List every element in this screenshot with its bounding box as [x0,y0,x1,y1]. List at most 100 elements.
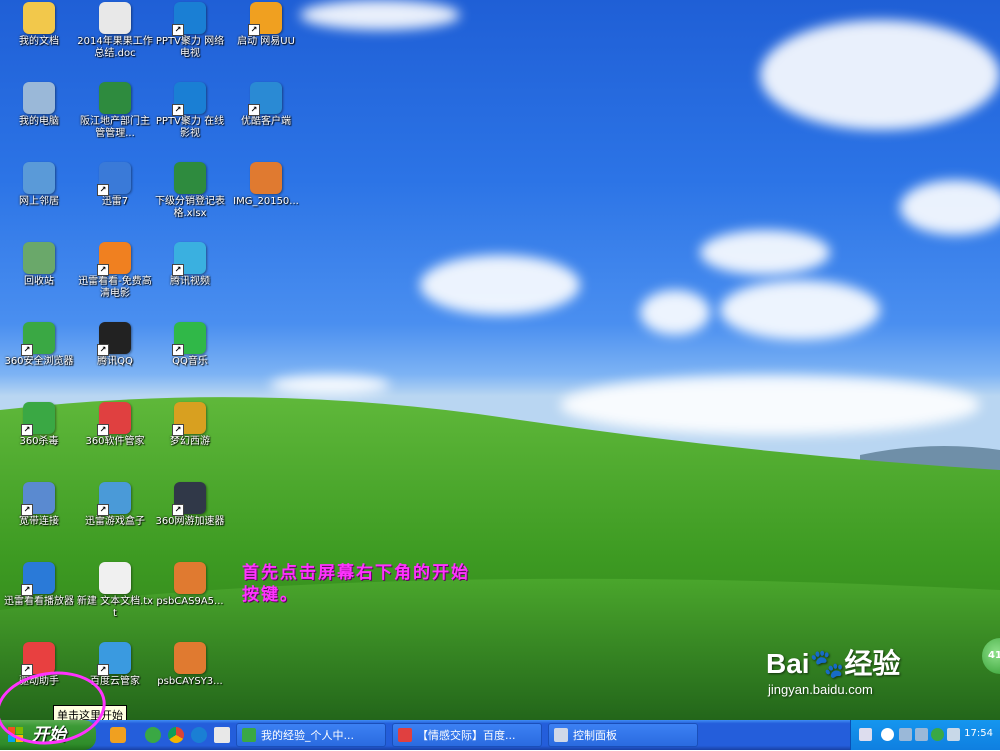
shield-icon[interactable] [931,728,944,741]
desktop-icon-label: 启动 网易UU [237,36,295,47]
app-icon: ↗ [21,642,55,676]
desktop-icon[interactable]: ↗ 梦幻西游 [151,402,229,448]
shortcut-arrow-icon: ↗ [172,424,184,436]
desktop-icon-label: 2014年果果工作总结.doc [77,36,153,59]
desktop-icon-label: 360软件管家 [85,436,145,447]
desktop-icon-label: 迅雷看看-免费高清电影 [78,276,152,299]
shortcut-arrow-icon: ↗ [21,664,33,676]
quicklaunch-app-icon[interactable] [110,727,126,743]
annotation-line-1: 首先点击屏幕右下角的开始 [242,563,470,583]
app-icon [23,2,55,34]
shortcut-arrow-icon: ↗ [21,424,33,436]
desktop-icon[interactable]: psbCAS9A5... [151,562,229,608]
taskbar-window-label: 我的经验_个人中... [261,729,354,742]
desktop-icon[interactable]: ↗ 优酷客户端 [227,82,305,128]
desktop-icon[interactable]: 网上邻居 [0,162,78,208]
quicklaunch-360-icon[interactable] [145,727,161,743]
app-icon [174,562,206,594]
app-icon: ↗ [172,82,206,116]
desktop-icon-label: 梦幻西游 [170,436,210,447]
desktop-icon[interactable]: ↗ 腾讯QQ [76,322,154,368]
desktop-icon[interactable]: ↗ PPTV聚力 网络电视 [151,2,229,60]
system-tray: 17:54 [850,720,1000,750]
taskbar-window-button[interactable]: 控制面板 [548,723,698,747]
desktop-icon[interactable]: ↗ 迅雷看看播放器 [0,562,78,608]
desktop-icon[interactable]: 我的电脑 [0,82,78,128]
desktop-icon-label: 360杀毒 [19,436,59,447]
shortcut-arrow-icon: ↗ [172,104,184,116]
desktop-icon[interactable]: ↗ 360杀毒 [0,402,78,448]
shortcut-arrow-icon: ↗ [97,184,109,196]
app-icon [23,162,55,194]
desktop-icon[interactable]: psbCAYSY3... [151,642,229,688]
taskbar-window-button[interactable]: 我的经验_个人中... [236,723,386,747]
baidu-jingyan-watermark: Bai🐾经验 jingyan.baidu.com [766,642,966,697]
desktop-icon[interactable]: 阪江地产部门主管管理... [76,82,154,140]
network-icon[interactable] [899,728,912,741]
app-icon [250,162,282,194]
desktop-icon-label: 优酷客户端 [241,116,291,127]
network2-icon[interactable] [915,728,928,741]
window-icon [398,728,412,742]
desktop-icon[interactable]: IMG_20150... [227,162,305,208]
desktop-icon-label: 网上邻居 [19,196,59,207]
desktop-icon-label: 迅雷看看播放器 [4,596,74,607]
window-icon [242,728,256,742]
shortcut-arrow-icon: ↗ [97,664,109,676]
annotation-line-2: 按键。 [242,585,299,605]
desktop-icon[interactable]: ↗ 360软件管家 [76,402,154,448]
app-icon: ↗ [21,402,55,436]
app-icon: ↗ [97,322,131,356]
window-icon [554,728,568,742]
shortcut-arrow-icon: ↗ [97,424,109,436]
tray-expand-icon[interactable] [881,728,894,741]
desktop-icon[interactable]: ↗ PPTV聚力 在线影视 [151,82,229,140]
app-icon [23,82,55,114]
app-icon: ↗ [97,162,131,196]
desktop-icon[interactable]: ↗ 启动 网易UU [227,2,305,48]
taskbar-window-label: 【情感交际】百度... [417,729,516,742]
desktop-icon-label: 腾讯视频 [170,276,210,287]
app-icon: ↗ [172,402,206,436]
desktop-icon-label: QQ音乐 [172,356,208,367]
desktop-icon[interactable]: ↗ 迅雷游戏盒子 [76,482,154,528]
app-icon: ↗ [21,482,55,516]
desktop-icon[interactable]: ↗ 迅雷7 [76,162,154,208]
desktop-icon[interactable]: ↗ 腾讯视频 [151,242,229,288]
desktop-icon-label: 回收站 [24,276,54,287]
shortcut-arrow-icon: ↗ [97,504,109,516]
app-icon: ↗ [248,2,282,36]
clock[interactable]: 17:54 [964,728,993,739]
desktop-icon[interactable]: 2014年果果工作总结.doc [76,2,154,60]
app-icon [99,562,131,594]
taskbar-window-button[interactable]: 【情感交际】百度... [392,723,542,747]
shortcut-arrow-icon: ↗ [21,344,33,356]
desktop-icon-label: PPTV聚力 在线影视 [155,116,225,139]
shortcut-arrow-icon: ↗ [97,344,109,356]
volume-icon[interactable] [947,728,960,741]
quicklaunch-show-desktop-icon[interactable] [214,727,230,743]
desktop-icon-label: psbCAS9A5... [156,596,224,607]
shortcut-arrow-icon: ↗ [172,24,184,36]
desktop-icon-label: IMG_20150... [233,196,299,207]
desktop-icon[interactable]: 回收站 [0,242,78,288]
desktop-icon-label: 我的文档 [19,36,59,47]
taskbar-window-label: 控制面板 [573,729,617,742]
desktop-icon[interactable]: ↗ 迅雷看看-免费高清电影 [76,242,154,300]
desktop-icon[interactable]: ↗ QQ音乐 [151,322,229,368]
quicklaunch-ie-icon[interactable] [191,727,207,743]
desktop-icon[interactable]: ↗ 360网游加速器 [151,482,229,528]
desktop-icon[interactable]: ↗ 360安全浏览器 [0,322,78,368]
instruction-annotation: 首先点击屏幕右下角的开始 按键。 [242,562,470,606]
keyboard-icon[interactable] [859,728,872,741]
app-icon: ↗ [248,82,282,116]
desktop-icon[interactable]: 我的文档 [0,2,78,48]
desktop-icon[interactable]: 新建 文本文档.txt [76,562,154,620]
desktop-icon[interactable]: 下级分销登记表格.xlsx [151,162,229,220]
quicklaunch-chrome-icon[interactable] [168,727,184,743]
desktop-icon-label: 我的电脑 [19,116,59,127]
desktop-icon-label: 360安全浏览器 [4,356,74,367]
app-icon: ↗ [21,562,55,596]
desktop[interactable]: 我的文档 2014年果果工作总结.doc ↗ PPTV聚力 网络电视 ↗ 启动 网易UU 我… [0,0,1000,720]
desktop-icon[interactable]: ↗ 宽带连接 [0,482,78,528]
